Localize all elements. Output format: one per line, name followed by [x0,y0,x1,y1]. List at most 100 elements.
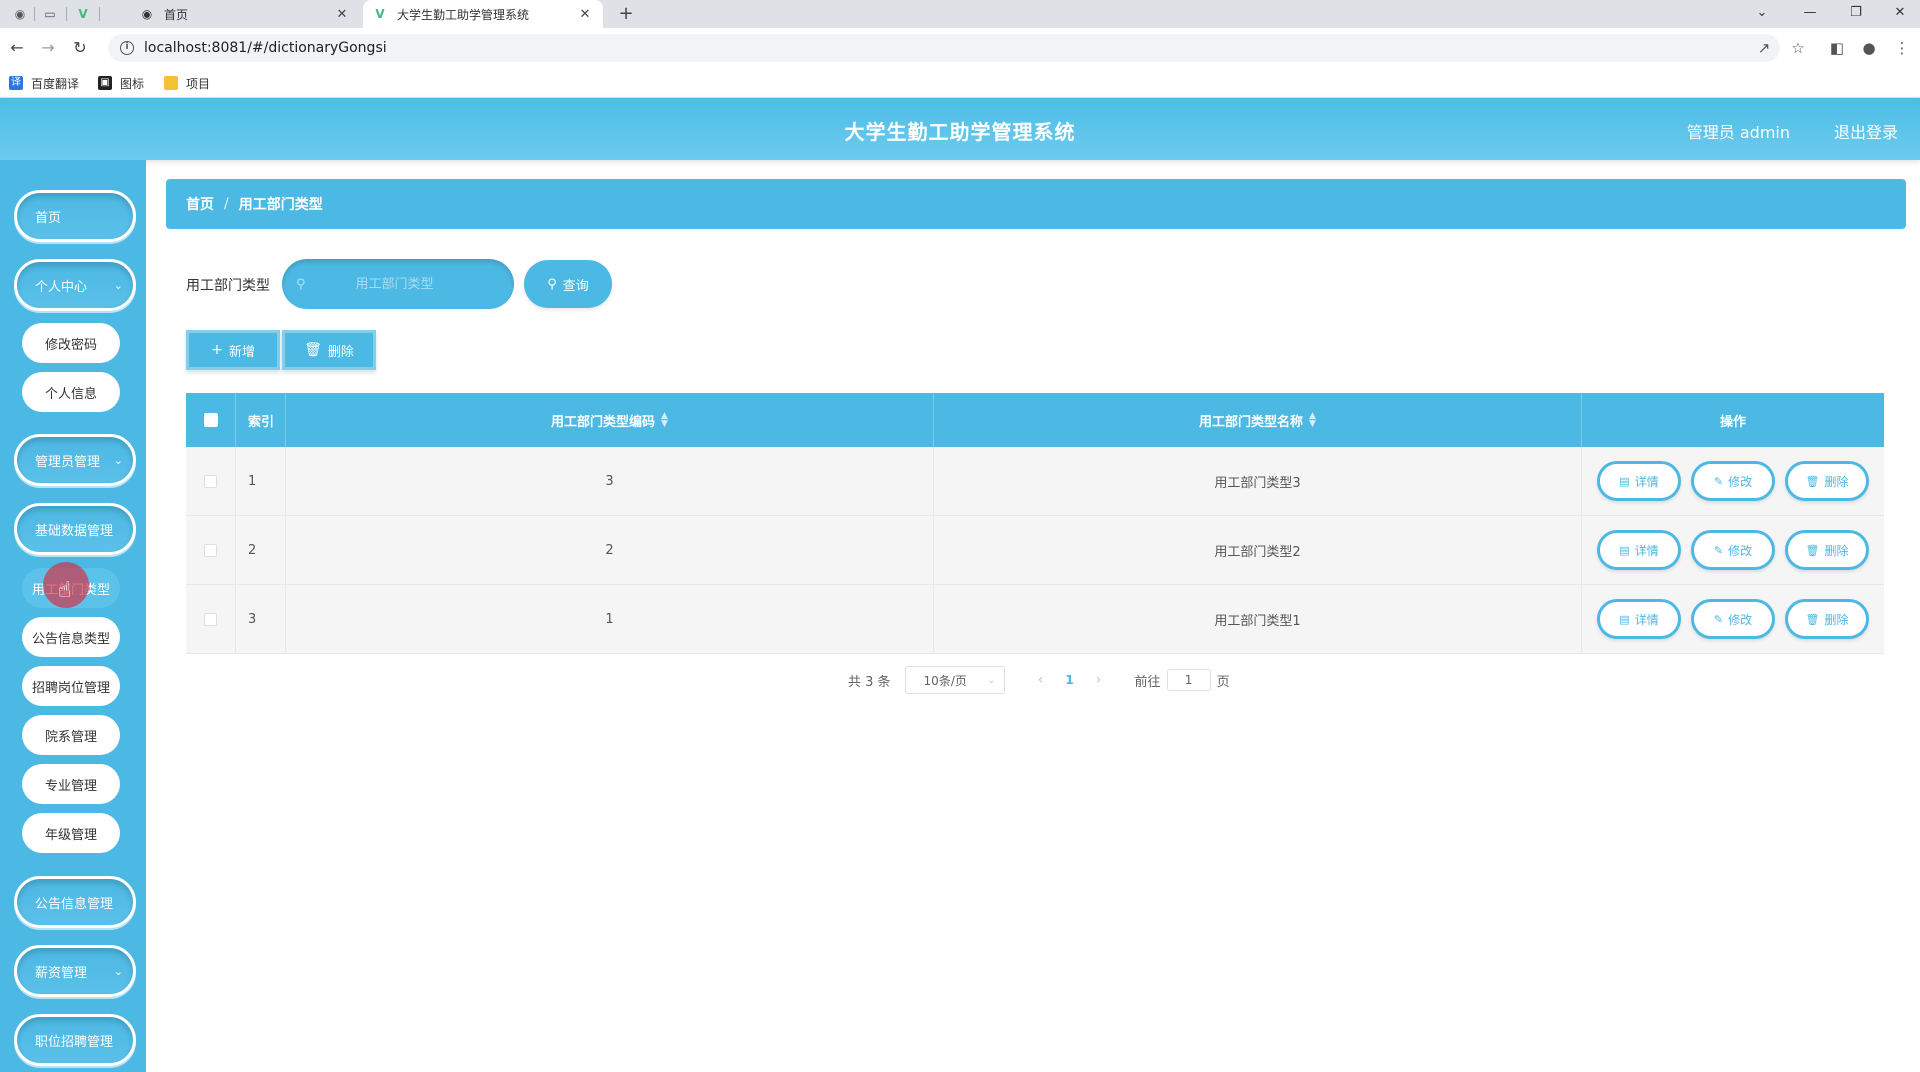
detail-button[interactable]: ▤ 详情 [1597,461,1681,501]
tab-home[interactable]: ◉ 首页 ✕ [130,0,360,28]
sidebar-item-label: 修改密码 [44,337,97,353]
tab-divider [34,7,35,21]
blank-page-icon[interactable]: ▭ [40,4,60,24]
breadcrumb-home[interactable]: 首页 [186,194,214,214]
row-code: 2 [286,516,934,584]
edit-button[interactable]: ✎ 修改 [1691,530,1775,570]
sidebar-item-notice-management[interactable]: 公告信息管理 [14,876,136,928]
trash-icon: 🗑 [1805,474,1820,488]
sidebar-item-basic-data[interactable]: 基础数据管理 [14,503,136,555]
delete-label: 删除 [1824,543,1849,558]
search-input[interactable] [319,276,470,292]
bookmark-folder-project[interactable]: 项目 [164,74,210,92]
tab-divider [66,7,67,21]
share-icon[interactable]: ↗ [1752,36,1776,60]
page-size-select[interactable]: 10条/页 ⌄ [904,666,1005,694]
bookmark-baidu-translate[interactable]: 译 百度翻译 [9,74,79,92]
sort-icon[interactable]: ▲ ▼ [661,412,668,429]
sort-icon[interactable]: ▲ ▼ [1309,412,1316,429]
side-panel-icon[interactable]: ◧ [1825,36,1849,60]
back-arrow-icon[interactable]: ← [5,36,29,60]
tab-search-chevron-icon[interactable]: ⌄ [1742,2,1782,24]
forward-arrow-icon[interactable]: → [36,36,60,60]
minimize-icon[interactable]: — [1790,2,1830,24]
sidebar-item-job-recruitment[interactable]: 职位招聘管理 [14,1014,136,1066]
search-field[interactable]: ⚲ [282,259,514,309]
add-button[interactable]: + 新增 [186,330,280,370]
detail-button[interactable]: ▤ 详情 [1597,599,1681,639]
sidebar-item-change-password[interactable]: 修改密码 [22,323,120,363]
row-checkbox[interactable] [204,543,217,557]
sidebar-item-label: 招聘岗位管理 [31,680,110,696]
sidebar-item-grade[interactable]: 年级管理 [22,813,120,853]
page-size-value: 10条/页 [923,673,967,688]
bookmark-label: 百度翻译 [31,76,80,91]
reload-icon[interactable]: ↻ [68,36,92,60]
batch-delete-button[interactable]: 🗑 删除 [282,330,376,370]
row-checkbox[interactable] [204,612,217,626]
pagination: 共 3 条 10条/页 ⌄ ‹ 1 › 前往 1 页 [848,666,1230,694]
detail-label: 详情 [1634,543,1659,558]
sidebar-item-recruit-post[interactable]: 招聘岗位管理 [22,666,120,706]
logout-link[interactable]: 退出登录 [1834,119,1898,143]
new-tab-plus-icon[interactable]: + [615,3,637,25]
header-name[interactable]: 用工部门类型名称 ▲ ▼ [934,393,1582,447]
prev-page-icon[interactable]: ‹ [1027,672,1055,688]
detail-button[interactable]: ▤ 详情 [1597,530,1681,570]
profile-avatar-icon[interactable]: ● [1857,36,1881,60]
tab-app[interactable]: V 大学生勤工助学管理系统 ✕ [363,0,603,28]
sidebar-item-faculty[interactable]: 院系管理 [22,715,120,755]
header-code[interactable]: 用工部门类型编码 ▲ ▼ [286,393,934,447]
url-omnibox[interactable]: i localhost:8081/#/dictionaryGongsi [108,34,1780,62]
sidebar-item-notice-type[interactable]: 公告信息类型 [22,617,120,657]
sidebar-item-label: 公告信息管理 [35,896,114,912]
delete-button[interactable]: 🗑 删除 [1785,461,1869,501]
sidebar-item-salary[interactable]: 薪资管理 ⌄ [14,945,136,997]
document-icon: ▤ [1619,543,1630,557]
address-bar: ← → ↻ i localhost:8081/#/dictionaryGongs… [0,28,1920,68]
site-info-icon[interactable]: i [120,41,134,55]
header-name-label: 用工部门类型名称 [1199,414,1304,430]
row-check-cell [186,585,236,653]
close-icon[interactable]: ✕ [334,7,350,22]
row-name: 用工部门类型3 [934,447,1582,515]
sidebar-item-home[interactable]: 首页 [14,190,136,242]
browser-menu-icon[interactable]: ⋮ [1890,36,1914,60]
document-icon: ▤ [1619,612,1630,626]
sidebar-item-label: 公告信息类型 [31,631,110,647]
next-page-icon[interactable]: › [1085,672,1113,688]
vue-logo-icon: V [375,7,385,21]
sidebar-item-personal-info[interactable]: 个人信息 [22,372,120,412]
pencil-icon: ✎ [1713,474,1724,488]
goto-page-input[interactable]: 1 [1166,669,1211,691]
pencil-icon: ✎ [1713,543,1724,557]
query-button[interactable]: ⚲ 查询 [524,260,612,308]
row-check-cell [186,447,236,515]
app-header: 大学生勤工助学管理系统 管理员 admin 退出登录 [0,98,1920,160]
vue-logo-icon[interactable]: V [73,4,93,24]
sidebar-item-admin-management[interactable]: 管理员管理 ⌄ [14,434,136,486]
sidebar-item-personal-center[interactable]: 个人中心 ⌄ [14,259,136,311]
query-button-label: 查询 [562,278,589,294]
sidebar-item-major[interactable]: 专业管理 [22,764,120,804]
tab-title: 首页 [164,7,189,22]
edit-button[interactable]: ✎ 修改 [1691,461,1775,501]
page-number[interactable]: 1 [1055,673,1085,687]
bookmark-star-icon[interactable]: ☆ [1786,36,1810,60]
close-icon[interactable]: ✕ [577,7,593,22]
row-checkbox[interactable] [204,474,217,488]
delete-button[interactable]: 🗑 删除 [1785,530,1869,570]
globe-icon[interactable]: ◉ [10,4,30,24]
delete-label: 删除 [1824,612,1849,627]
bookmark-icons[interactable]: ▣ 图标 [98,74,144,92]
browser-tab-strip: ◉ ▭ V ◉ 首页 ✕ V 大学生勤工助学管理系统 ✕ + ⌄ — ❐ ✕ [0,0,1920,28]
row-code: 1 [286,585,934,653]
sidebar-item-label: 专业管理 [44,778,97,794]
select-all-cell [186,393,236,447]
table-row: 2 2 用工部门类型2 ▤ 详情 ✎ 修改 🗑 删除 [186,516,1884,585]
select-all-checkbox[interactable] [203,413,218,427]
delete-button[interactable]: 🗑 删除 [1785,599,1869,639]
restore-icon[interactable]: ❐ [1836,2,1876,24]
close-window-icon[interactable]: ✕ [1880,2,1920,24]
edit-button[interactable]: ✎ 修改 [1691,599,1775,639]
